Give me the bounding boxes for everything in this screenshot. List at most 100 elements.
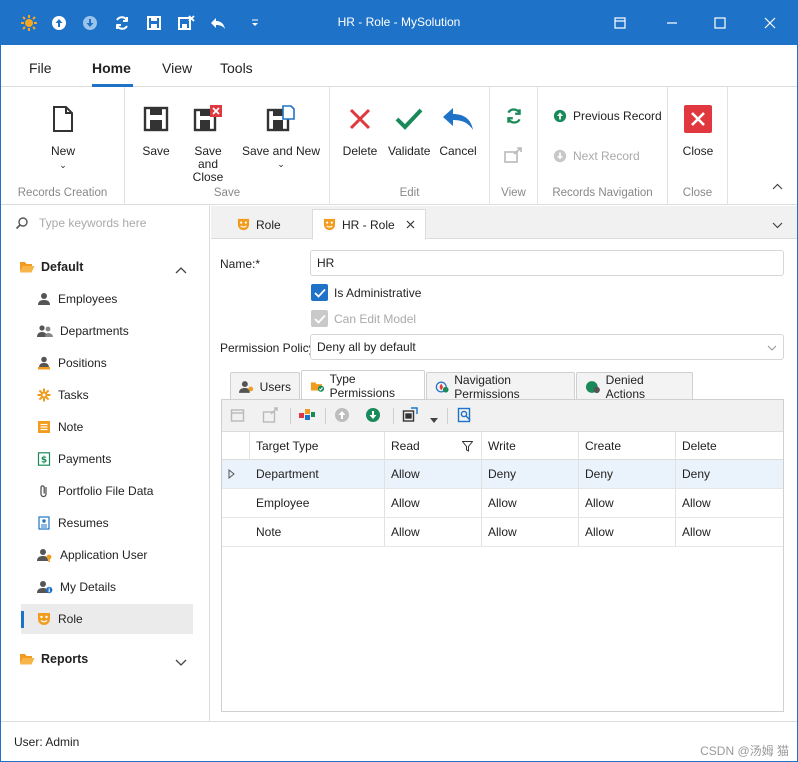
tab-users[interactable]: Users bbox=[230, 372, 300, 400]
cell-target-type[interactable]: Note bbox=[250, 518, 385, 546]
tab-type-permissions[interactable]: Type Permissions bbox=[301, 370, 425, 401]
collapse-default-icon[interactable] bbox=[175, 263, 187, 277]
layout-options-dropdown-icon[interactable] bbox=[430, 412, 438, 426]
delete-button[interactable]: Delete bbox=[342, 97, 378, 158]
cell-create[interactable]: Allow bbox=[579, 518, 676, 546]
new-dropdown-icon[interactable]: ⌄ bbox=[41, 159, 85, 172]
column-header-delete[interactable]: Delete bbox=[676, 432, 783, 460]
cancel-undo-icon bbox=[438, 97, 478, 141]
payment-icon: $ bbox=[37, 452, 51, 466]
maximize-icon[interactable] bbox=[697, 1, 743, 45]
validate-button[interactable]: Validate bbox=[388, 97, 430, 158]
tab-home[interactable]: Home bbox=[92, 60, 131, 76]
find-icon[interactable] bbox=[457, 407, 473, 426]
save-button[interactable]: Save bbox=[139, 97, 173, 158]
column-header-write[interactable]: Write bbox=[482, 432, 579, 460]
table-row[interactable]: Department Allow Deny Deny Deny bbox=[222, 460, 783, 489]
cell-delete[interactable]: Deny bbox=[676, 460, 783, 488]
minimize-icon[interactable] bbox=[649, 1, 695, 45]
tab-file[interactable]: File bbox=[29, 60, 52, 76]
name-input[interactable]: HR bbox=[310, 250, 784, 276]
move-up-icon[interactable] bbox=[334, 407, 350, 426]
nav-item-resumes[interactable]: Resumes bbox=[21, 508, 193, 538]
collapse-ribbon-icon[interactable] bbox=[772, 179, 783, 193]
new-button[interactable]: New ⌄ bbox=[41, 97, 85, 172]
column-header-create[interactable]: Create bbox=[579, 432, 676, 460]
is-administrative-checkbox[interactable]: Is Administrative bbox=[311, 284, 421, 301]
save-and-new-button[interactable]: Save and New ⌄ bbox=[241, 97, 321, 171]
next-record-button[interactable]: Next Record bbox=[553, 149, 640, 163]
chevron-down-icon bbox=[767, 340, 777, 354]
tab-denied-actions[interactable]: Denied Actions bbox=[576, 372, 693, 401]
save-and-close-button[interactable]: Save and Close bbox=[183, 97, 233, 184]
view-group-title: View bbox=[501, 187, 526, 199]
cell-create[interactable]: Allow bbox=[579, 489, 676, 517]
status-user: User: Admin bbox=[14, 735, 80, 749]
close-icon bbox=[680, 97, 716, 141]
cell-delete[interactable]: Allow bbox=[676, 518, 783, 546]
nav-item-portfolio-file-data[interactable]: Portfolio File Data bbox=[21, 476, 193, 506]
nav-group-default[interactable]: Default bbox=[19, 260, 83, 274]
nav-group-reports[interactable]: Reports bbox=[19, 652, 88, 666]
table-row[interactable]: Employee Allow Allow Allow Allow bbox=[222, 489, 783, 518]
nav-item-payments[interactable]: $ Payments bbox=[21, 444, 193, 474]
close-group-title: Close bbox=[682, 187, 713, 199]
doc-tab-hr-role[interactable]: HR - Role bbox=[312, 209, 426, 240]
move-down-icon[interactable] bbox=[365, 407, 381, 426]
close-window-icon[interactable] bbox=[747, 1, 793, 45]
nav-item-my-details[interactable]: My Details bbox=[21, 572, 193, 602]
nav-item-employees[interactable]: Employees bbox=[21, 284, 193, 314]
tab-view[interactable]: View bbox=[162, 60, 192, 76]
object-model-icon[interactable] bbox=[298, 407, 316, 426]
nav-item-departments[interactable]: Departments bbox=[21, 316, 193, 346]
tabs-dropdown-icon[interactable] bbox=[772, 218, 783, 232]
permission-policy-select[interactable]: Deny all by default bbox=[310, 334, 784, 360]
cell-write[interactable]: Deny bbox=[482, 460, 579, 488]
can-edit-model-checkbox[interactable]: Can Edit Model bbox=[311, 310, 416, 327]
cell-target-type[interactable]: Department bbox=[250, 460, 385, 488]
tab-tools[interactable]: Tools bbox=[220, 60, 253, 76]
expand-reports-icon[interactable] bbox=[175, 656, 187, 670]
nav-item-role[interactable]: Role bbox=[21, 604, 193, 634]
previous-record-button[interactable]: Previous Record bbox=[553, 109, 662, 123]
search-input[interactable]: Type keywords here bbox=[39, 216, 146, 230]
cell-create[interactable]: Deny bbox=[579, 460, 676, 488]
table-row[interactable]: Note Allow Allow Allow Allow bbox=[222, 518, 783, 547]
tab-navigation-permissions[interactable]: Navigation Permissions bbox=[426, 372, 575, 401]
nav-search[interactable]: Type keywords here bbox=[15, 216, 146, 230]
nav-item-note[interactable]: Note bbox=[21, 412, 193, 442]
save-and-close-label-1: Save and bbox=[194, 144, 222, 171]
records-navigation-group-title: Records Navigation bbox=[552, 187, 653, 199]
column-header-read[interactable]: Read bbox=[385, 432, 482, 460]
doc-tab-role[interactable]: Role bbox=[227, 209, 291, 240]
cell-write[interactable]: Allow bbox=[482, 489, 579, 517]
save-and-new-label: Save and New bbox=[241, 144, 321, 158]
new-item-icon[interactable] bbox=[230, 407, 246, 426]
filter-icon[interactable] bbox=[461, 441, 474, 455]
records-creation-group-title: Records Creation bbox=[17, 187, 108, 199]
cell-read[interactable]: Allow bbox=[385, 518, 482, 546]
column-header-target-type[interactable]: Target Type bbox=[250, 432, 385, 460]
link-icon[interactable] bbox=[262, 407, 280, 426]
cell-read[interactable]: Allow bbox=[385, 489, 482, 517]
close-button[interactable]: Close bbox=[680, 97, 716, 158]
nav-item-label: Portfolio File Data bbox=[58, 484, 154, 498]
role-mask-icon bbox=[38, 613, 50, 625]
layout-options-icon[interactable] bbox=[402, 407, 420, 426]
cell-target-type[interactable]: Employee bbox=[250, 489, 385, 517]
close-tab-icon[interactable] bbox=[406, 218, 415, 232]
nav-item-tasks[interactable]: Tasks bbox=[21, 380, 193, 410]
previous-record-label: Previous Record bbox=[573, 109, 662, 123]
cell-write[interactable]: Allow bbox=[482, 518, 579, 546]
pin-window-icon[interactable] bbox=[597, 1, 643, 45]
nav-item-application-user[interactable]: Application User bbox=[21, 540, 193, 570]
refresh-icon[interactable] bbox=[505, 107, 523, 128]
cell-read[interactable]: Allow bbox=[385, 460, 482, 488]
cell-delete[interactable]: Allow bbox=[676, 489, 783, 517]
export-icon[interactable] bbox=[504, 147, 524, 166]
nav-item-label: Departments bbox=[60, 324, 129, 338]
save-and-new-dropdown-icon[interactable]: ⌄ bbox=[241, 158, 321, 171]
nav-item-positions[interactable]: Positions bbox=[21, 348, 193, 378]
cancel-button[interactable]: Cancel bbox=[438, 97, 478, 158]
nav-item-label: Resumes bbox=[58, 516, 109, 530]
